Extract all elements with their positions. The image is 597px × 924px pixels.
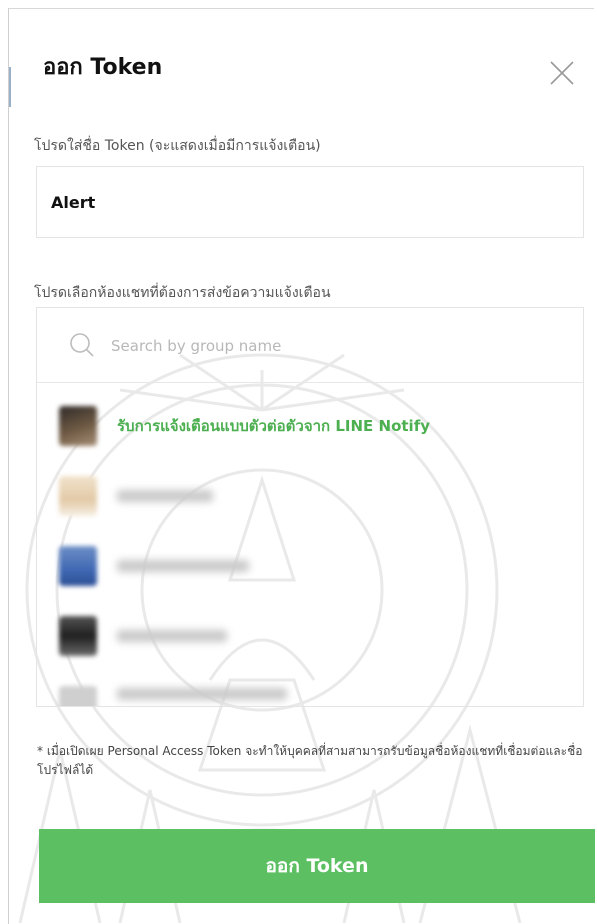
group-item[interactable] (37, 604, 583, 666)
issue-token-dialog: ออก Token โปรดใส่ชื่อ Token (จะแสดงเมื่อ… (8, 8, 595, 924)
blurred-group-name (117, 630, 227, 642)
blurred-group-name (117, 560, 249, 572)
group-item[interactable] (37, 464, 583, 526)
chat-select-label: โปรดเลือกห้องแชทที่ต้องการส่งข้อความแจ้ง… (34, 285, 331, 301)
close-icon (550, 61, 574, 85)
avatar (59, 546, 97, 586)
token-name-label: โปรดใส่ชื่อ Token (จะแสดงเมื่อมีการแจ้งเ… (34, 138, 321, 154)
blurred-group-name (117, 688, 287, 700)
token-name-input[interactable] (36, 166, 584, 238)
close-button[interactable] (542, 53, 582, 93)
search-input[interactable] (109, 330, 553, 362)
avatar (59, 406, 97, 446)
dialog-title: ออก Token (43, 55, 163, 80)
avatar (59, 476, 97, 516)
group-item-line-notify[interactable]: รับการแจ้งเตือนแบบตัวต่อตัวจาก LINE Noti… (37, 394, 583, 456)
search-icon (70, 333, 94, 357)
privacy-note: * เมื่อเปิดเผย Personal Access Token จะท… (37, 744, 583, 777)
dialog-edge-accent (9, 67, 11, 107)
search-row (37, 308, 583, 383)
group-item[interactable] (37, 534, 583, 596)
group-item-label: รับการแจ้งเตือนแบบตัวต่อตัวจาก LINE Noti… (117, 417, 430, 435)
blurred-group-name (117, 490, 213, 502)
issue-token-button[interactable]: ออก Token (39, 829, 595, 903)
group-item[interactable] (37, 674, 583, 706)
avatar (59, 616, 97, 656)
group-list: รับการแจ้งเตือนแบบตัวต่อตัวจาก LINE Noti… (36, 307, 584, 707)
avatar (59, 686, 97, 706)
